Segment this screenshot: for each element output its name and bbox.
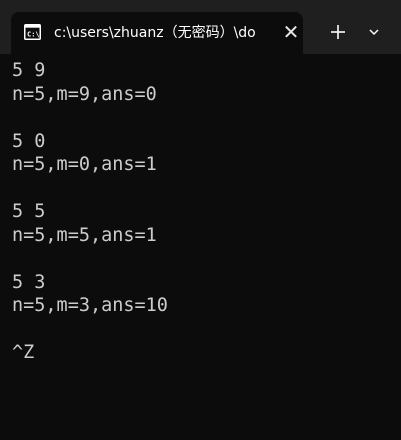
tab-bar: C:\ c:\users\zhuanz（无密码）\do ✕ bbox=[0, 0, 401, 54]
tab-active[interactable]: C:\ c:\users\zhuanz（无密码）\do ✕ bbox=[11, 12, 303, 54]
terminal-window: C:\ c:\users\zhuanz（无密码）\do ✕ 5 9 n=5,m=… bbox=[0, 0, 401, 440]
chevron-down-icon bbox=[369, 29, 379, 36]
console-output[interactable]: 5 9 n=5,m=9,ans=0 5 0 n=5,m=0,ans=1 5 5 … bbox=[12, 59, 397, 365]
console-line: n=5,m=0,ans=1 bbox=[12, 154, 157, 175]
svg-text:C:\: C:\ bbox=[27, 31, 40, 39]
console-line: n=5,m=5,ans=1 bbox=[12, 224, 157, 246]
console-line: n=5,m=9,ans=0 bbox=[12, 83, 157, 105]
tab-title: c:\users\zhuanz（无密码）\do bbox=[54, 25, 256, 41]
console-line: 5 5 bbox=[12, 201, 46, 222]
close-icon[interactable]: ✕ bbox=[281, 12, 301, 54]
tab-dropdown-button[interactable] bbox=[358, 14, 390, 50]
console-line: ^Z bbox=[12, 342, 35, 363]
console-icon: C:\ bbox=[24, 24, 41, 40]
console-line: 5 3 bbox=[12, 271, 46, 293]
console-line: 5 0 bbox=[12, 130, 46, 152]
console-line: n=5,m=3,ans=10 bbox=[12, 295, 168, 316]
plus-icon bbox=[331, 25, 345, 39]
console-line: 5 9 bbox=[12, 60, 46, 81]
new-tab-button[interactable] bbox=[322, 14, 354, 50]
